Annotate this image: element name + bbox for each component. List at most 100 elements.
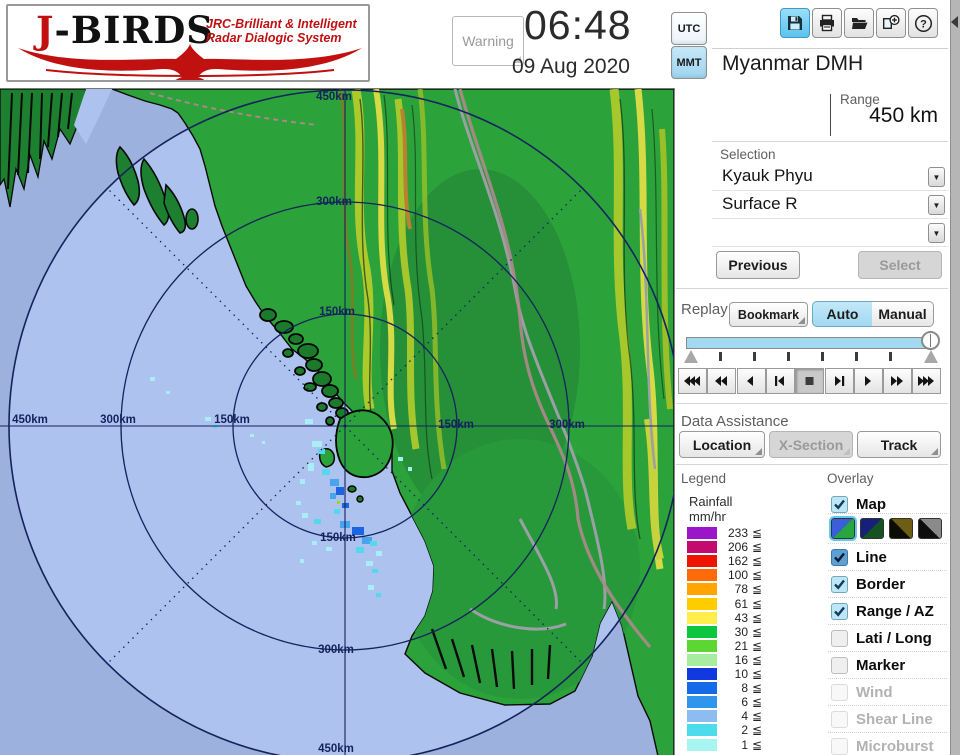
legend-lte-symbol: ≦ xyxy=(752,540,762,554)
replay-slider-handle[interactable] xyxy=(921,331,940,350)
checkbox-unchecked[interactable] xyxy=(831,657,848,674)
eagle-icon xyxy=(16,44,364,82)
mmt-button[interactable]: MMT xyxy=(671,46,707,79)
overlay-item-border[interactable]: Border xyxy=(831,576,949,596)
rewind-2-button[interactable] xyxy=(707,368,736,394)
overlay-item-label: Microburst xyxy=(856,738,934,755)
data-assistance-label: Data Assistance xyxy=(681,413,789,430)
overlay-item-microburst[interactable]: Microburst xyxy=(831,738,949,755)
play-icon xyxy=(859,375,877,387)
checkbox-checked[interactable] xyxy=(831,549,848,566)
save-icon xyxy=(786,14,804,32)
check-icon xyxy=(832,577,847,592)
legend-lte-symbol: ≦ xyxy=(752,653,762,667)
forward-3-button[interactable] xyxy=(912,368,941,394)
bookmark-label: Bookmark xyxy=(738,308,799,322)
map-style-swatch-4[interactable] xyxy=(918,518,942,539)
rewind-2-icon xyxy=(713,375,731,387)
legend-lte-symbol: ≦ xyxy=(752,611,762,625)
overlay-item-lati-long[interactable]: Lati / Long xyxy=(831,630,949,650)
check-icon xyxy=(832,550,847,565)
save-button[interactable] xyxy=(780,8,810,38)
dropdown-arrow-icon[interactable]: ▼ xyxy=(928,167,945,187)
dotted-divider xyxy=(828,705,947,706)
divider xyxy=(830,94,831,136)
replay-label: Replay xyxy=(681,301,728,318)
legend-value: 8 xyxy=(700,681,748,695)
dotted-divider xyxy=(828,624,947,625)
stop-button[interactable] xyxy=(795,368,824,394)
legend-value: 162 xyxy=(700,554,748,568)
track-button[interactable]: Track xyxy=(857,431,941,458)
rewind-3-button[interactable] xyxy=(678,368,707,394)
overlay-item-range-az[interactable]: Range / AZ xyxy=(831,603,949,623)
checkbox-checked[interactable] xyxy=(831,603,848,620)
legend-value: 4 xyxy=(700,709,748,723)
dotted-divider xyxy=(828,732,947,733)
checkbox-unchecked[interactable] xyxy=(831,711,848,728)
selection-dropdown-2[interactable]: Surface R▼ xyxy=(712,191,948,219)
svg-text:?: ? xyxy=(920,18,927,30)
overlay-item-label: Wind xyxy=(856,684,893,701)
forward-2-button[interactable] xyxy=(883,368,912,394)
clock-date: 09 Aug 2020 xyxy=(512,55,630,79)
location-button[interactable]: Location xyxy=(679,431,765,458)
legend-unit: mm/hr xyxy=(689,509,726,524)
skip-end-icon xyxy=(830,375,848,387)
slider-tick xyxy=(821,352,824,361)
button-label: Location xyxy=(693,437,751,453)
forward-2-icon xyxy=(889,375,907,387)
add-folder-button[interactable] xyxy=(876,8,906,38)
dropdown-arrow-icon[interactable]: ▼ xyxy=(928,195,945,215)
dropdown-arrow-icon[interactable]: ▼ xyxy=(928,223,945,243)
dotted-divider xyxy=(828,570,947,571)
select-button[interactable]: Select xyxy=(858,251,942,279)
legend-title: Rainfall xyxy=(689,494,732,509)
radar-map[interactable]: 450km300km150km150km300km450km450km300km… xyxy=(0,88,674,755)
bookmark-button[interactable]: Bookmark xyxy=(729,302,808,327)
legend-value: 233 xyxy=(700,526,748,540)
overlay-item-shear-line[interactable]: Shear Line xyxy=(831,711,949,731)
print-icon xyxy=(818,14,836,32)
selection-dropdown-1[interactable]: Kyauk Phyu▼ xyxy=(712,163,948,191)
auto-button[interactable]: Auto xyxy=(812,301,873,327)
open-folder-icon xyxy=(850,14,869,32)
checkbox-checked[interactable] xyxy=(831,576,848,593)
open-folder-button[interactable] xyxy=(844,8,874,38)
skip-start-button[interactable] xyxy=(766,368,795,394)
selection-dropdown-3[interactable]: ▼ xyxy=(712,219,948,247)
play-back-button[interactable] xyxy=(737,368,766,394)
legend-lte-symbol: ≦ xyxy=(752,625,762,639)
legend-lte-symbol: ≦ xyxy=(752,597,762,611)
replay-slider-track[interactable] xyxy=(686,337,933,349)
map-style-swatch-2[interactable] xyxy=(860,518,884,539)
dotted-divider xyxy=(828,651,947,652)
overlay-item-label: Range / AZ xyxy=(856,603,934,620)
legend-value: 21 xyxy=(700,639,748,653)
checkbox-unchecked[interactable] xyxy=(831,630,848,647)
divider xyxy=(676,464,948,465)
checkbox-checked[interactable] xyxy=(831,496,848,513)
slider-tick xyxy=(855,352,858,361)
checkbox-unchecked[interactable] xyxy=(831,684,848,701)
overlay-item-wind[interactable]: Wind xyxy=(831,684,949,704)
overlay-item-marker[interactable]: Marker xyxy=(831,657,949,677)
forward-3-icon xyxy=(918,375,936,387)
x-section-button[interactable]: X-Section xyxy=(769,431,853,458)
overlay-item-line[interactable]: Line xyxy=(831,549,949,569)
panel-collapse-strip[interactable] xyxy=(950,0,960,755)
print-button[interactable] xyxy=(812,8,842,38)
divider xyxy=(712,48,948,49)
logo-subtitle: JRC-Brilliant & Intelligent Radar Dialog… xyxy=(206,17,357,45)
map-style-swatch-1[interactable] xyxy=(831,518,855,539)
skip-end-button[interactable] xyxy=(825,368,854,394)
checkbox-unchecked[interactable] xyxy=(831,738,848,755)
overlay-item-label: Border xyxy=(856,576,905,593)
utc-button[interactable]: UTC xyxy=(671,12,707,45)
help-button[interactable]: ? xyxy=(908,8,938,38)
svg-text:450km: 450km xyxy=(12,414,48,426)
play-button[interactable] xyxy=(854,368,883,394)
previous-button[interactable]: Previous xyxy=(716,251,800,279)
manual-button[interactable]: Manual xyxy=(872,301,934,327)
map-style-swatch-3[interactable] xyxy=(889,518,913,539)
